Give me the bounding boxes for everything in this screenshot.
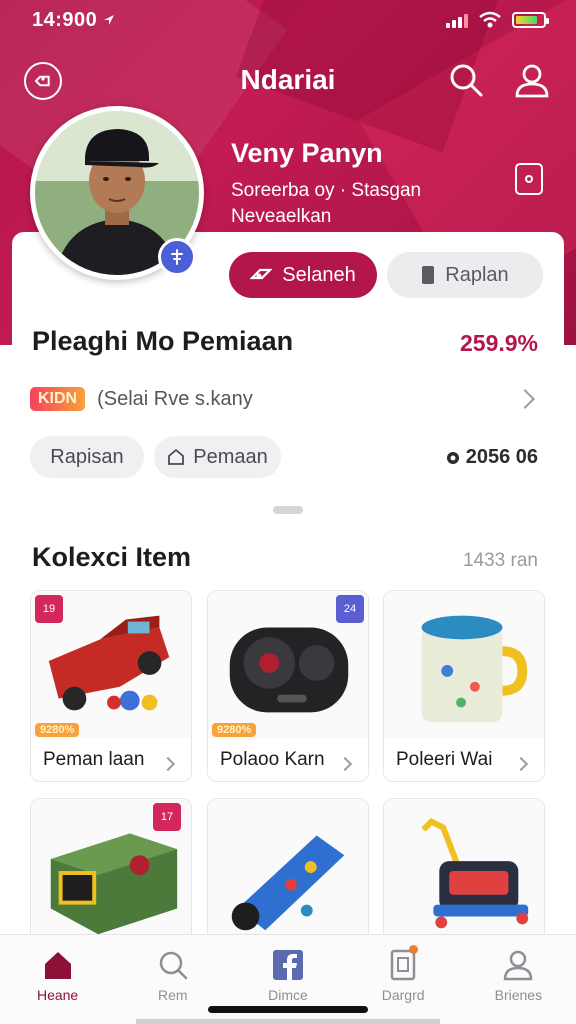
top-nav: Ndariai	[0, 56, 576, 104]
battery-icon	[512, 12, 549, 28]
tag-icon	[34, 75, 50, 87]
search-icon	[159, 951, 188, 980]
corner-badge: 17	[153, 803, 181, 831]
tab-profile[interactable]: Brienes	[468, 949, 568, 1003]
product-card[interactable]: 24 9280% Polaoo Karn	[207, 590, 369, 782]
primary-action-button[interactable]: Selaneh	[229, 252, 377, 298]
page-title: Ndariai	[240, 64, 336, 95]
chevron-right-icon	[515, 389, 535, 409]
profile-subtitle-secondary: Neveaelkan	[231, 206, 332, 227]
drag-handle[interactable]	[273, 506, 303, 514]
collection-count: 1433 ran	[462, 550, 538, 571]
gear-icon	[446, 451, 459, 464]
tab-search[interactable]: Rem	[123, 949, 223, 1003]
primary-action-label: Selaneh	[282, 263, 356, 286]
product-label: Peman laan	[43, 749, 145, 770]
tab-label: Brienes	[494, 987, 543, 1003]
filter-chip-1[interactable]: Rapisan	[30, 436, 144, 478]
status-time: 14:900	[32, 8, 98, 31]
user-icon	[504, 950, 533, 981]
info-text: (Selai Rve s.kany	[97, 387, 253, 410]
chevron-right-icon	[160, 756, 176, 772]
user-icon[interactable]	[514, 62, 550, 98]
tab-label: Dimce	[268, 987, 308, 1003]
product-card[interactable]: 19 9280% Peman laan	[30, 590, 192, 782]
profile-name: Veny Panyn	[231, 138, 383, 168]
signal-icon	[446, 12, 468, 28]
mug-image	[384, 591, 544, 739]
tab-label: Heane	[36, 987, 79, 1003]
toy-scooter-image	[384, 799, 544, 947]
product-label: Poleeri Wai	[396, 749, 493, 770]
tab-label: Rem	[158, 987, 188, 1003]
eye-tag-icon	[250, 268, 273, 280]
facebook-icon	[272, 950, 303, 980]
chip-label: Pemaan	[193, 445, 268, 468]
verified-badge-icon	[158, 238, 196, 276]
info-row[interactable]: KIDN (Selai Rve s.kany	[30, 380, 542, 418]
section-title: Pleaghi Mo Pemiaan	[32, 326, 294, 356]
chevron-right-icon	[337, 756, 353, 772]
status-badge: KIDN	[30, 387, 86, 411]
toy-blaster-image	[208, 799, 368, 947]
bottom-strip	[136, 1019, 440, 1024]
tab-orders[interactable]: Dargrd	[353, 945, 453, 1003]
device-icon	[525, 175, 533, 183]
corner-badge: 19	[35, 595, 63, 623]
stat-value: 2056 06	[465, 446, 538, 468]
tab-social[interactable]: Dimce	[238, 949, 338, 1003]
profile-subtitle: Soreerba oy · Stasgan	[231, 180, 422, 201]
nav-actions	[448, 62, 550, 98]
filter-chip-2[interactable]: Pemaan	[154, 436, 281, 478]
collection-title: Kolexci Item	[32, 542, 192, 572]
stat-counter: 2056 06	[444, 446, 538, 469]
location-arrow-icon	[104, 15, 115, 25]
chip-label: Rapisan	[50, 445, 124, 468]
tag-button[interactable]	[24, 62, 62, 100]
home-indicator[interactable]	[208, 1006, 368, 1013]
secondary-action-label: Raplan	[445, 263, 509, 286]
product-card[interactable]: Poleeri Wai	[383, 590, 545, 782]
house-icon	[168, 448, 185, 465]
profile-settings-button[interactable]	[515, 163, 543, 195]
chevron-right-icon	[513, 756, 529, 772]
product-tag: 9280%	[35, 723, 80, 737]
search-icon[interactable]	[448, 62, 484, 98]
phone-icon	[422, 266, 435, 284]
status-time-group: 14:900	[32, 9, 115, 32]
wifi-icon	[479, 11, 501, 28]
tab-label: Dargrd	[381, 987, 425, 1003]
avatar[interactable]	[30, 106, 204, 280]
corner-badge: 24	[336, 595, 364, 623]
secondary-action-button[interactable]: Raplan	[387, 252, 543, 298]
product-tag: 9280%	[212, 723, 257, 737]
tab-home[interactable]: Heane	[8, 949, 108, 1003]
product-label: Polaoo Karn	[220, 749, 325, 770]
status-icons	[446, 11, 549, 29]
price-value: 259.9%	[459, 330, 538, 356]
status-bar: 14:900	[0, 0, 576, 40]
home-icon	[44, 952, 71, 979]
